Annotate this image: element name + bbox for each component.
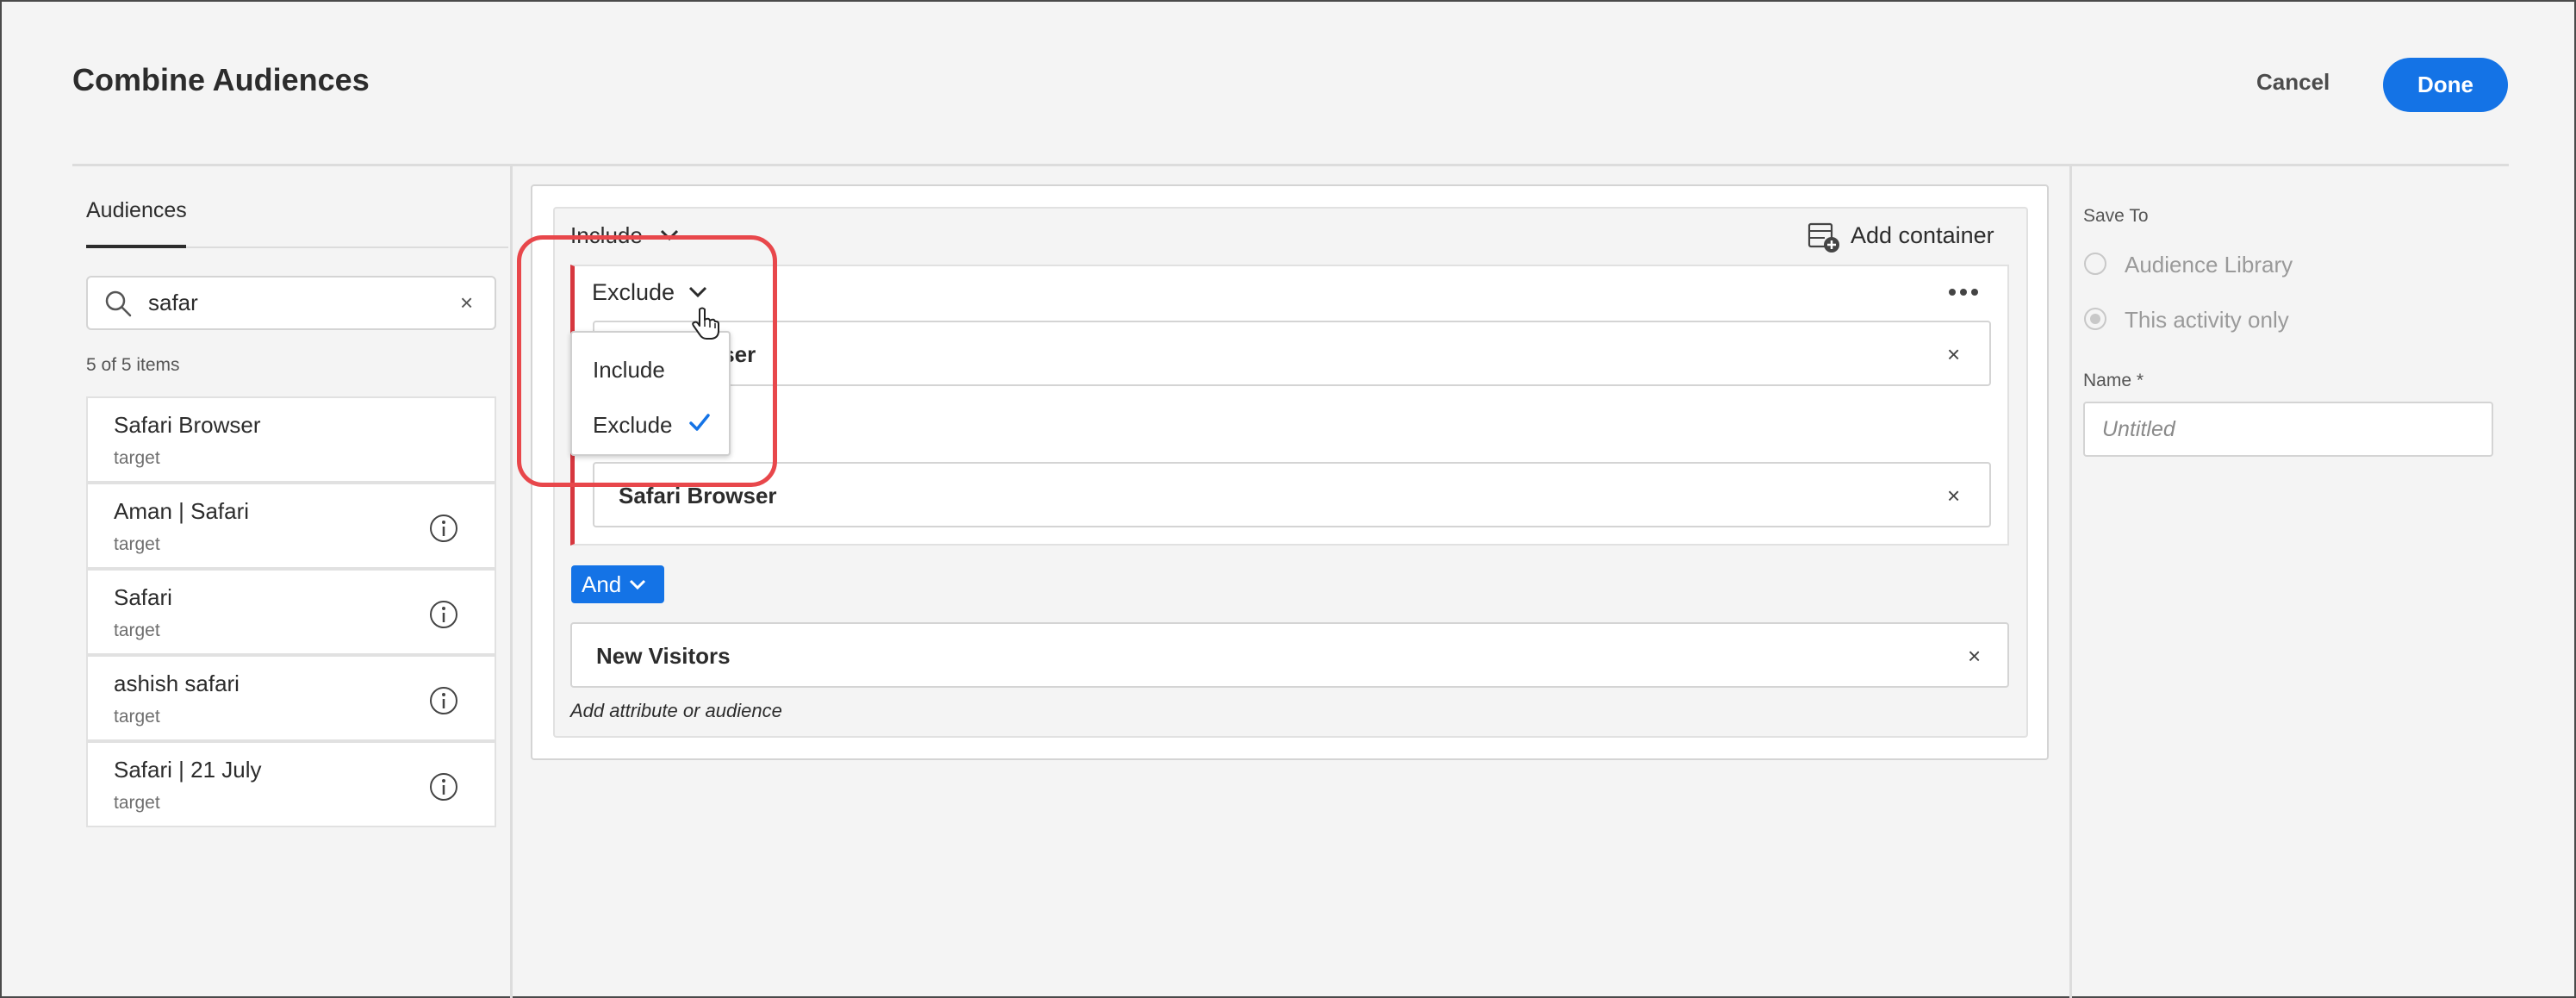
audience-name: Aman | Safari [114, 498, 250, 524]
dialog-title: Combine Audiences [72, 62, 370, 97]
info-icon[interactable] [429, 686, 458, 715]
clear-search-icon[interactable]: × [460, 290, 473, 316]
audience-name: Safari [114, 584, 172, 610]
panel-divider-left [510, 166, 513, 998]
save-to-label: Save To [2083, 206, 2149, 226]
audience-chip-label: New Visitors [596, 643, 731, 669]
audience-source: target [114, 534, 160, 554]
audience-chip[interactable]: Safari Browser × [593, 462, 1991, 527]
add-attribute-link[interactable]: Add attribute or audience [570, 700, 782, 722]
cancel-button[interactable]: Cancel [2256, 69, 2330, 96]
audience-source: target [114, 793, 160, 813]
tab-audiences[interactable]: Audiences [86, 198, 187, 223]
radio-label: Audience Library [2125, 252, 2293, 278]
chevron-down-icon [630, 579, 646, 590]
radio-audience-library[interactable] [2084, 253, 2106, 275]
list-item[interactable]: Safari target [86, 569, 496, 655]
info-icon[interactable] [429, 514, 458, 543]
audience-source: target [114, 621, 160, 640]
list-item[interactable]: Safari | 21 July target [86, 741, 496, 827]
audience-source: target [114, 707, 160, 727]
radio-this-activity[interactable] [2084, 308, 2106, 330]
and-operator-button[interactable]: And [571, 565, 664, 603]
list-item[interactable]: ashish safari target [86, 655, 496, 741]
header-divider [72, 164, 2509, 166]
list-item[interactable]: Safari Browser target [86, 396, 496, 483]
name-field-label: Name * [2083, 371, 2144, 390]
remove-chip-icon[interactable]: × [1968, 643, 1981, 670]
info-icon[interactable] [429, 772, 458, 802]
and-label: And [582, 571, 622, 597]
panel-divider-right [2069, 166, 2072, 998]
audience-source: target [114, 448, 160, 468]
add-container-button[interactable]: Add container [1851, 222, 1994, 249]
remove-chip-icon[interactable]: × [1947, 341, 1960, 368]
audience-chip[interactable]: New Visitors × [570, 622, 2009, 688]
callout-highlight [517, 235, 777, 487]
list-item[interactable]: Aman | Safari target [86, 483, 496, 569]
search-value[interactable]: safar [148, 290, 198, 316]
radio-label: This activity only [2125, 307, 2289, 333]
done-button[interactable]: Done [2383, 58, 2508, 112]
tab-active-indicator [86, 245, 186, 248]
info-icon[interactable] [429, 600, 458, 629]
remove-chip-icon[interactable]: × [1947, 483, 1960, 509]
hand-cursor-icon [692, 307, 719, 340]
dialog: Combine Audiences Cancel Done Audiences … [0, 0, 2576, 998]
audience-name: Safari | 21 July [114, 757, 262, 783]
result-count: 5 of 5 items [86, 355, 180, 375]
audience-chip[interactable]: wser × [593, 321, 1991, 386]
audience-name: Safari Browser [114, 412, 261, 438]
add-container-icon[interactable] [1808, 222, 1840, 253]
audience-name: ashish safari [114, 671, 240, 696]
search-icon [105, 290, 132, 317]
name-field[interactable] [2083, 402, 2493, 457]
more-options-icon[interactable] [1947, 279, 1980, 305]
